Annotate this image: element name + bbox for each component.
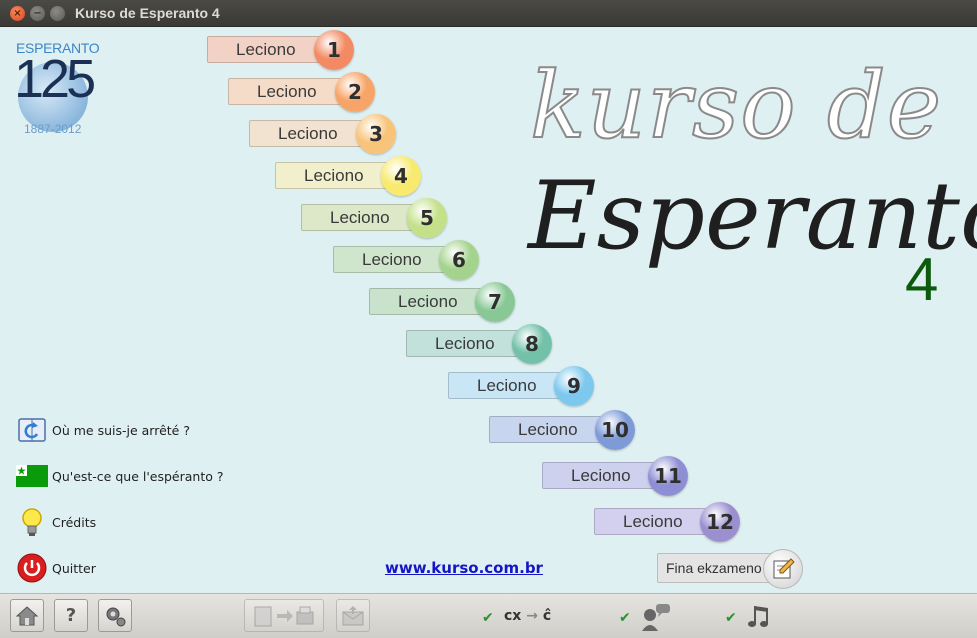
cx-conversion-toggle[interactable]: cx → ĉ — [504, 608, 551, 624]
lesson-number-badge[interactable]: 2 — [335, 72, 375, 112]
what-is-esperanto-menu-item[interactable]: Qu'est-ce que l'espéranto ? — [16, 460, 223, 492]
gear-icon — [106, 607, 126, 626]
lesson-number-badge[interactable]: 6 — [439, 240, 479, 280]
envelope-icon — [342, 605, 364, 625]
lesson-number-badge[interactable]: 1 — [314, 30, 354, 70]
settings-button[interactable] — [98, 599, 132, 632]
copy-to-print-button[interactable] — [244, 599, 324, 632]
resume-book-icon — [16, 414, 48, 446]
lightbulb-icon — [16, 506, 48, 538]
lesson-label: Leciono — [518, 420, 578, 439]
power-icon — [16, 552, 48, 584]
help-button[interactable]: ? — [54, 599, 88, 632]
home-icon — [15, 605, 39, 625]
lesson-label: Leciono — [571, 466, 631, 485]
lesson-label: Leciono — [623, 512, 683, 531]
lesson-label: Leciono — [477, 376, 537, 395]
cx-label: cx — [504, 608, 522, 624]
credits-menu-item[interactable]: Crédits — [16, 506, 96, 538]
lesson-label: Leciono — [398, 292, 458, 311]
esperanto-125-logo: ESPERANTO 125 1887-2012 — [14, 40, 109, 140]
music-checkbox[interactable]: ✔ — [725, 610, 737, 626]
title-bar: × − Kurso de Esperanto 4 — [0, 0, 977, 27]
logo-number: 125 — [14, 49, 96, 109]
lesson-label: Leciono — [304, 166, 364, 185]
logo-years: 1887-2012 — [24, 122, 82, 136]
window-title: Kurso de Esperanto 4 — [75, 5, 220, 21]
exam-pencil-icon[interactable] — [763, 549, 803, 589]
cx-checkbox[interactable]: ✔ — [482, 610, 494, 626]
speech-icon[interactable] — [640, 602, 672, 636]
lesson-number-badge[interactable]: 8 — [512, 324, 552, 364]
lesson-number-badge[interactable]: 5 — [407, 198, 447, 238]
copy-print-icon — [254, 606, 314, 626]
music-note-icon[interactable] — [745, 604, 771, 634]
lesson-number-badge[interactable]: 11 — [648, 456, 688, 496]
minimize-window-button[interactable]: − — [30, 6, 45, 21]
lesson-number-badge[interactable]: 3 — [356, 114, 396, 154]
lesson-label: Leciono — [435, 334, 495, 353]
lesson-label: Leciono — [278, 124, 338, 143]
lesson-number-badge[interactable]: 4 — [381, 156, 421, 196]
credits-label: Crédits — [52, 514, 97, 530]
cx-result: ĉ — [542, 608, 552, 624]
maximize-window-button[interactable] — [50, 6, 65, 21]
audio-speech-checkbox[interactable]: ✔ — [619, 610, 631, 626]
question-icon: ? — [65, 605, 77, 626]
final-exam-label: Fina ekzameno — [666, 560, 762, 576]
website-link[interactable]: www.kurso.com.br — [385, 559, 543, 577]
esperanto-flag-icon — [16, 460, 48, 492]
mail-button[interactable] — [336, 599, 370, 632]
lesson-number-badge[interactable]: 9 — [554, 366, 594, 406]
home-button[interactable] — [10, 599, 44, 632]
resume-label: Où me suis-je arrêté ? — [52, 422, 190, 438]
what-is-esperanto-label: Qu'est-ce que l'espéranto ? — [52, 468, 224, 484]
lesson-label: Leciono — [362, 250, 422, 269]
lesson-number-badge[interactable]: 10 — [595, 410, 635, 450]
lesson-label: Leciono — [257, 82, 317, 101]
heading-line-1: kurso de — [529, 51, 943, 160]
lesson-number-badge[interactable]: 7 — [475, 282, 515, 322]
final-exam-button[interactable]: Fina ekzameno — [657, 553, 777, 583]
quit-menu-item[interactable]: Quitter — [16, 552, 96, 584]
lesson-number-badge[interactable]: 12 — [700, 502, 740, 542]
course-number: 4 — [905, 246, 939, 313]
lesson-label: Leciono — [236, 40, 296, 59]
arrow-icon: → — [526, 608, 538, 624]
resume-menu-item[interactable]: Où me suis-je arrêté ? — [16, 414, 190, 446]
quit-label: Quitter — [52, 560, 96, 576]
close-window-button[interactable]: × — [10, 6, 25, 21]
lesson-label: Leciono — [330, 208, 390, 227]
